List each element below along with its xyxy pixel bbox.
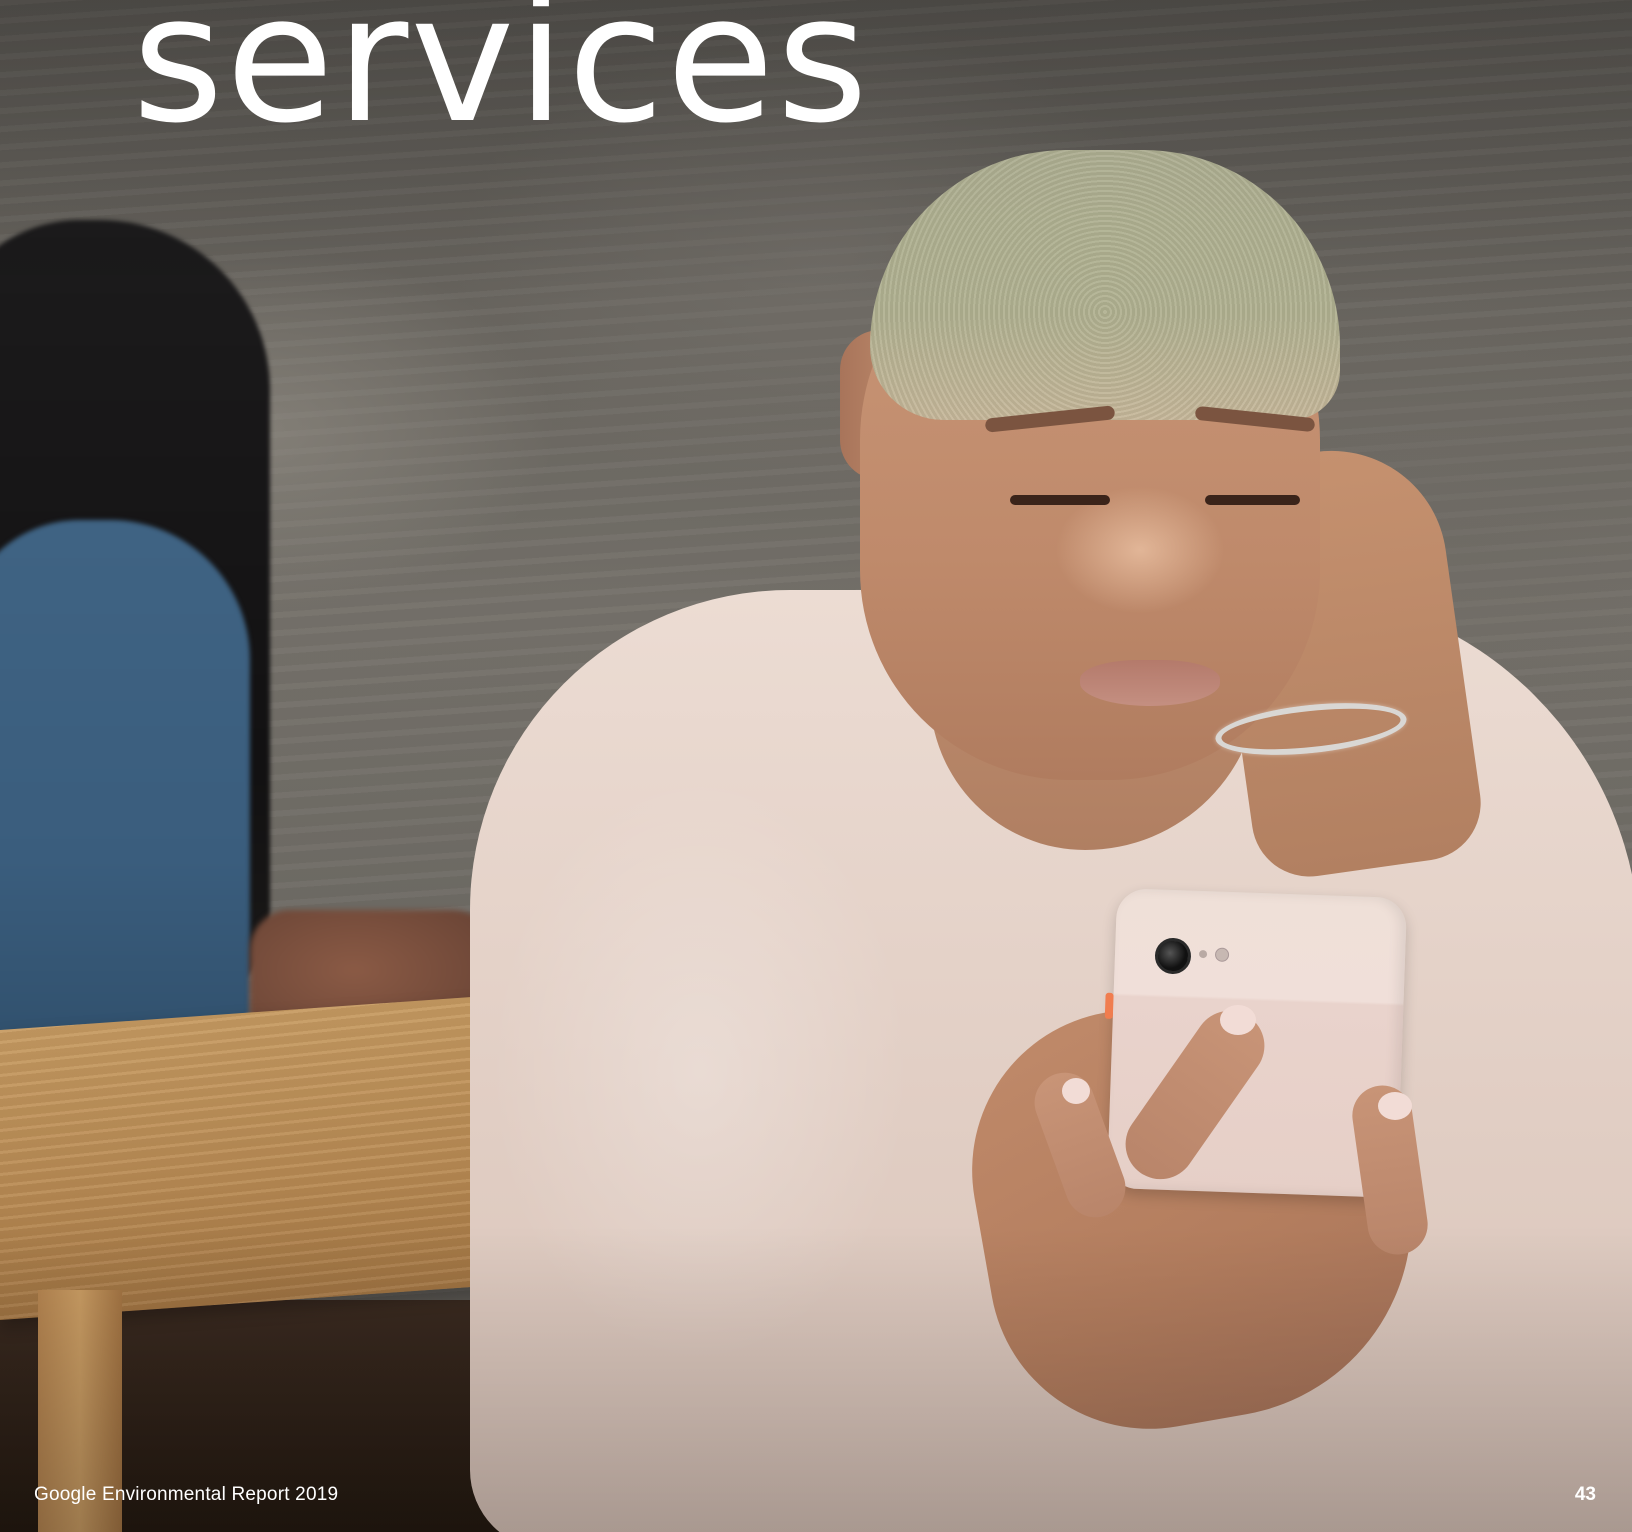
lips bbox=[1080, 660, 1220, 706]
report-page: services Google Environmental Report 201… bbox=[0, 0, 1632, 1532]
report-title: Google Environmental Report 2019 bbox=[34, 1484, 339, 1505]
fingernail bbox=[1378, 1092, 1412, 1120]
background-person-shirt bbox=[0, 520, 250, 1080]
phone-camera-icon bbox=[1154, 937, 1192, 975]
phone-flash-icon bbox=[1214, 947, 1230, 962]
page-number: 43 bbox=[1574, 1484, 1596, 1505]
right-eye bbox=[1205, 495, 1300, 505]
phone-power-button bbox=[1104, 992, 1114, 1019]
fingernail bbox=[1062, 1078, 1090, 1104]
page-heading: services bbox=[132, 0, 871, 162]
left-eye bbox=[1010, 495, 1110, 505]
phone-sensor-icon bbox=[1198, 949, 1208, 959]
fingernail bbox=[1220, 1005, 1256, 1035]
